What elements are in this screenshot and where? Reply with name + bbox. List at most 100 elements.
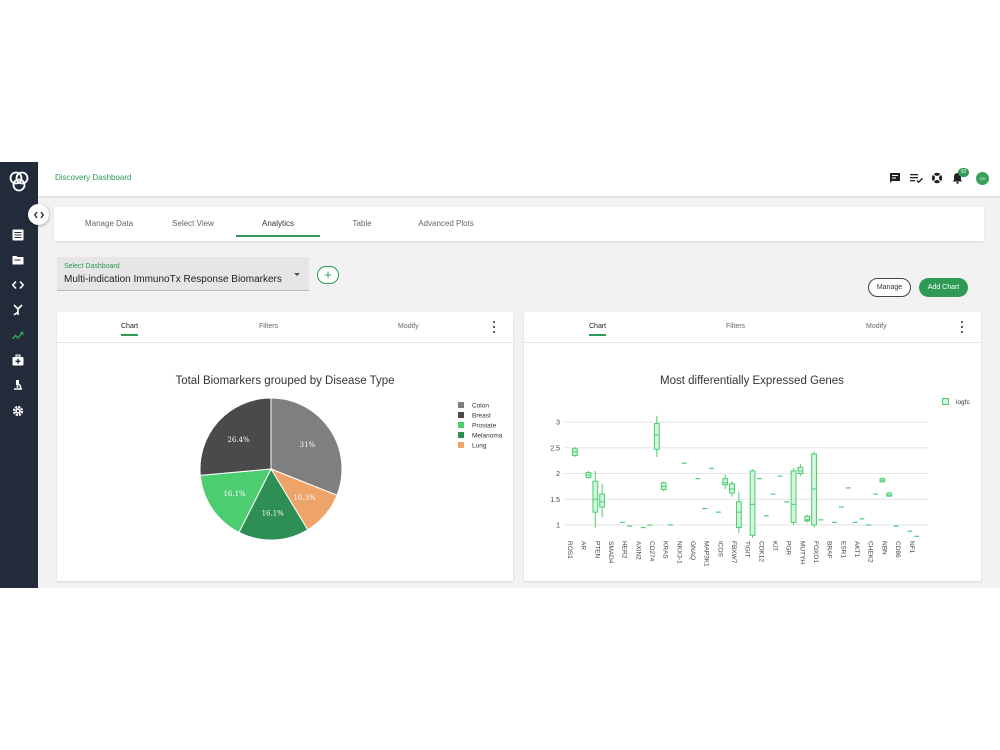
box-xtick-label-foxo1: FOXO1 bbox=[812, 541, 819, 563]
pie-slice-label-prostate: 16.1% bbox=[223, 490, 246, 498]
sidebar-item-code[interactable] bbox=[11, 278, 25, 292]
sidebar bbox=[0, 162, 38, 588]
box-mark-38 bbox=[886, 492, 893, 497]
app-shell: Discovery Dashboard 93 CD Manage Data Se… bbox=[0, 162, 1000, 588]
pie-slice-label-breast: 26.4% bbox=[227, 436, 250, 444]
sidebar-item-settings[interactable] bbox=[11, 404, 25, 418]
playlist-check-icon[interactable] bbox=[909, 171, 923, 185]
box-xtick-label-ar: AR bbox=[580, 541, 587, 550]
sidebar-item-lab[interactable] bbox=[11, 378, 25, 392]
sidebar-item-analytics[interactable] bbox=[11, 329, 25, 343]
box-xtick-label-kras: KRAS bbox=[662, 541, 669, 559]
pie-title: Total Biomarkers grouped by Disease Type bbox=[175, 375, 394, 387]
box-mark-27 bbox=[804, 514, 811, 523]
pie-more-options-icon[interactable] bbox=[491, 321, 497, 333]
pie-tab-filters[interactable]: Filters bbox=[259, 323, 278, 330]
tab-analytics[interactable]: Analytics bbox=[236, 207, 320, 241]
merge-icon bbox=[13, 304, 23, 316]
box-xtick-label-axin2: AXIN2 bbox=[634, 541, 641, 560]
box-body bbox=[735, 501, 742, 529]
dashboard-select-label: Select Dashboard bbox=[64, 263, 120, 270]
box-chart-card: Chart Filters Modify Most differentially… bbox=[524, 312, 981, 581]
sidebar-item-merge[interactable] bbox=[11, 303, 25, 317]
pie-legend-label-lung: Lung bbox=[472, 443, 487, 450]
code-toggle-icon bbox=[33, 211, 44, 218]
top-header: Discovery Dashboard 93 CD bbox=[38, 162, 1000, 196]
tab-advanced-plots[interactable]: Advanced Plots bbox=[408, 207, 484, 241]
box-xtick-label-nkx3-1: NKX3-1 bbox=[675, 541, 682, 564]
box-mark-37 bbox=[879, 477, 886, 483]
box-xtick-label-kit: KIT bbox=[771, 541, 778, 551]
box-xtick-label-map3k1: MAP3K1 bbox=[703, 541, 710, 567]
help-lifebuoy-icon[interactable] bbox=[930, 171, 944, 185]
medical-kit-icon bbox=[12, 354, 24, 366]
box-body bbox=[599, 493, 606, 508]
pie-legend-swatch-prostate bbox=[458, 422, 464, 428]
tab-table[interactable]: Table bbox=[325, 207, 399, 241]
box-legend-label: logfc bbox=[956, 399, 970, 406]
box-tab-filters[interactable]: Filters bbox=[726, 323, 745, 330]
user-avatar[interactable]: CD bbox=[976, 172, 989, 185]
box-ytick-label-3: 3 bbox=[556, 420, 560, 427]
box-xtick-label-nf1: NF1 bbox=[908, 541, 915, 554]
pie-slice-label-colon: 31% bbox=[300, 441, 316, 449]
box-mark-17 bbox=[729, 481, 735, 497]
box-mark-25 bbox=[790, 468, 797, 525]
box-body bbox=[653, 423, 660, 450]
pie-chart: Total Biomarkers grouped by Disease Type… bbox=[175, 375, 503, 541]
dropdown-arrow-icon bbox=[294, 273, 300, 276]
pie-slice-label-melanoma: 16.1% bbox=[262, 510, 285, 518]
box-body bbox=[729, 483, 735, 494]
sidebar-item-folder[interactable] bbox=[11, 253, 25, 267]
box-xtick-label-cd86: CD86 bbox=[894, 541, 901, 558]
box-legend-swatch bbox=[942, 398, 949, 405]
box-xtick-label-braf: BRAF bbox=[826, 541, 833, 558]
pie-legend-swatch-lung bbox=[458, 442, 464, 448]
sidebar-item-medical[interactable] bbox=[11, 353, 25, 367]
box-body bbox=[592, 480, 599, 513]
box-mark-1 bbox=[585, 470, 592, 479]
box-mark-19 bbox=[749, 469, 756, 538]
box-xtick-label-cd274: CD274 bbox=[648, 541, 655, 562]
box-ytick-label-2: 2 bbox=[556, 471, 560, 478]
feedback-icon[interactable] bbox=[888, 171, 902, 185]
trending-up-icon bbox=[12, 331, 24, 340]
sidebar-toggle-button[interactable] bbox=[28, 204, 49, 225]
box-xtick-label-cdk12: CDK12 bbox=[757, 541, 764, 562]
add-dashboard-button[interactable]: + bbox=[317, 266, 339, 284]
box-tab-modify[interactable]: Modify bbox=[866, 323, 887, 330]
box-body bbox=[790, 470, 797, 523]
box-xtick-label-chek2: CHEK2 bbox=[867, 541, 874, 563]
box-xtick-label-icos: ICOS bbox=[716, 541, 723, 558]
tab-manage-data[interactable]: Manage Data bbox=[72, 207, 146, 241]
box-tab-chart[interactable]: Chart bbox=[589, 323, 607, 336]
box-panel-tabs: Chart Filters Modify bbox=[524, 312, 981, 343]
box-xtick-label-tigit: TIGIT bbox=[744, 541, 751, 558]
box-mark-2 bbox=[592, 470, 599, 528]
box-body bbox=[811, 453, 817, 526]
box-mark-3 bbox=[599, 483, 606, 518]
dashboard-select[interactable]: Select Dashboard Multi-indication Immuno… bbox=[57, 257, 309, 291]
box-mark-18 bbox=[735, 491, 742, 533]
breadcrumb[interactable]: Discovery Dashboard bbox=[55, 173, 131, 182]
folder-icon bbox=[12, 256, 24, 265]
pie-slice-label-lung: 10.3% bbox=[293, 494, 316, 502]
box-more-options-icon[interactable] bbox=[959, 321, 965, 333]
box-ytick-label-1: 1 bbox=[556, 523, 560, 530]
box-xtick-label-pgr: PGR bbox=[785, 541, 792, 555]
manage-button[interactable]: Manage bbox=[868, 278, 911, 297]
notification-count-badge: 93 bbox=[958, 168, 969, 177]
pie-tab-modify[interactable]: Modify bbox=[398, 323, 419, 330]
box-mark-16 bbox=[722, 474, 729, 489]
add-chart-button[interactable]: Add Chart bbox=[919, 278, 968, 297]
box-xtick-label-akt1: AKT1 bbox=[853, 541, 860, 558]
box-xtick-label-ros1: ROS1 bbox=[566, 541, 573, 559]
tab-select-view[interactable]: Select View bbox=[156, 207, 230, 241]
box-xtick-label-gnaq: GNAQ bbox=[689, 541, 696, 560]
app-logo-icon[interactable] bbox=[6, 169, 32, 195]
box-ytick-label-2-5: 2.5 bbox=[550, 445, 560, 452]
microscope-icon bbox=[14, 380, 22, 390]
sidebar-item-list[interactable] bbox=[11, 228, 25, 242]
box-ytick-label-1-5: 1.5 bbox=[550, 497, 560, 504]
pie-tab-chart[interactable]: Chart bbox=[121, 323, 139, 336]
